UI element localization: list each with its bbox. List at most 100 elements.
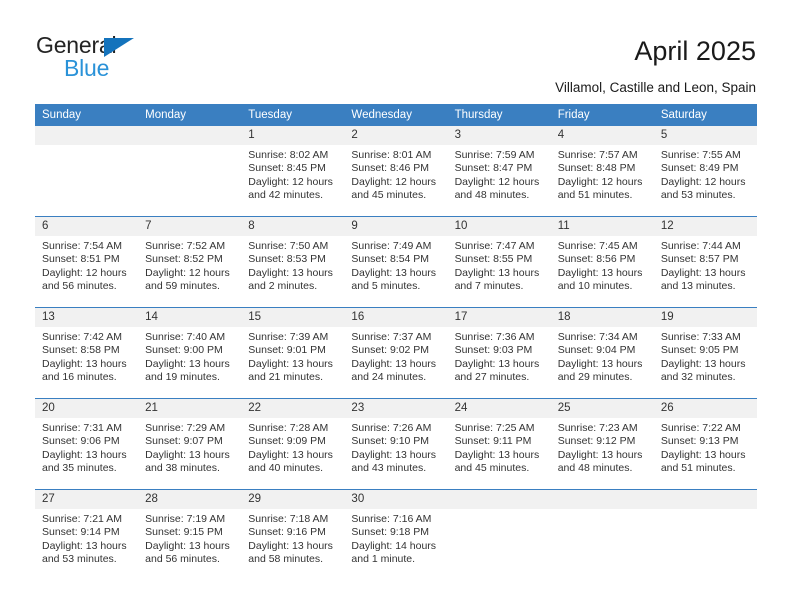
sunset-text: Sunset: 9:09 PM xyxy=(248,435,326,448)
day-sun-details: Sunrise: 7:36 AM Sunset: 9:03 PM Daylight:… xyxy=(448,327,551,385)
calendar-day-cell[interactable]: 8 Sunrise: 7:50 AM Sunset: 8:53 PM Daylight… xyxy=(241,216,345,308)
sunrise-text: Sunrise: 7:18 AM xyxy=(248,513,329,525)
sunset-text: Sunset: 9:18 PM xyxy=(351,526,430,539)
daylight-text-line1: Daylight: 13 hours xyxy=(145,539,230,552)
weekday-header-monday: Monday xyxy=(138,104,242,126)
sunset-text: Sunset: 9:00 PM xyxy=(145,344,223,357)
day-sun-details: Sunrise: 7:16 AM Sunset: 9:18 PM Daylight:… xyxy=(344,509,447,567)
calendar-day-cell[interactable]: 3 Sunrise: 7:59 AM Sunset: 8:47 PM Daylight… xyxy=(447,126,551,217)
calendar-day-cell[interactable]: 19 Sunrise: 7:33 AM Sunset: 9:05 PM Dayligh… xyxy=(653,307,757,399)
calendar-day-cell[interactable]: 27 Sunrise: 7:21 AM Sunset: 9:14 PM Dayligh… xyxy=(35,489,139,580)
daylight-text-line1: Daylight: 12 hours xyxy=(557,175,643,188)
day-number: 18 xyxy=(550,308,654,327)
calendar-week-row: 6 Sunrise: 7:54 AM Sunset: 8:51 PM Daylight… xyxy=(35,216,757,308)
calendar-day-cell[interactable]: 12 Sunrise: 7:44 AM Sunset: 8:57 PM Dayligh… xyxy=(653,216,757,308)
daylight-text-line1: Daylight: 12 hours xyxy=(145,266,230,279)
calendar-day-cell[interactable]: 15 Sunrise: 7:39 AM Sunset: 9:01 PM Dayligh… xyxy=(241,307,345,399)
calendar-day-cell[interactable]: 7 Sunrise: 7:52 AM Sunset: 8:52 PM Daylight… xyxy=(138,216,242,308)
calendar-day-cell[interactable]: 22 Sunrise: 7:28 AM Sunset: 9:09 PM Dayligh… xyxy=(241,398,345,490)
calendar-day-cell[interactable]: 28 Sunrise: 7:19 AM Sunset: 9:15 PM Dayligh… xyxy=(138,489,242,580)
day-sun-details: Sunrise: 7:44 AM Sunset: 8:57 PM Daylight:… xyxy=(654,236,757,294)
sunset-text: Sunset: 9:07 PM xyxy=(145,435,223,448)
sunset-text: Sunset: 8:58 PM xyxy=(42,344,120,357)
daylight-text-line1: Daylight: 12 hours xyxy=(351,175,437,188)
day-sun-details: Sunrise: 7:50 AM Sunset: 8:53 PM Daylight:… xyxy=(241,236,344,294)
day-number xyxy=(653,490,757,509)
sunrise-text: Sunrise: 7:21 AM xyxy=(42,513,122,525)
calendar-day-cell[interactable]: 2 Sunrise: 8:01 AM Sunset: 8:46 PM Daylight… xyxy=(344,126,448,217)
sunrise-text: Sunrise: 7:45 AM xyxy=(557,240,638,252)
day-sun-details: Sunrise: 7:18 AM Sunset: 9:16 PM Daylight:… xyxy=(241,509,344,567)
daylight-text-line2: and 13 minutes. xyxy=(660,280,736,293)
calendar-day-cell[interactable]: 14 Sunrise: 7:40 AM Sunset: 9:00 PM Dayligh… xyxy=(138,307,242,399)
daylight-text-line2: and 29 minutes. xyxy=(557,371,633,384)
daylight-text-line1: Daylight: 13 hours xyxy=(351,448,437,461)
day-number: 24 xyxy=(447,399,551,418)
calendar-day-cell[interactable]: 13 Sunrise: 7:42 AM Sunset: 8:58 PM Dayligh… xyxy=(35,307,139,399)
calendar-day-cell[interactable]: 29 Sunrise: 7:18 AM Sunset: 9:16 PM Dayligh… xyxy=(241,489,345,580)
daylight-text-line1: Daylight: 13 hours xyxy=(351,266,437,279)
day-number: 2 xyxy=(344,126,448,145)
sunset-text: Sunset: 8:47 PM xyxy=(454,162,533,175)
calendar-day-cell[interactable]: 5 Sunrise: 7:55 AM Sunset: 8:49 PM Daylight… xyxy=(653,126,757,217)
calendar-day-cell[interactable]: 26 Sunrise: 7:22 AM Sunset: 9:13 PM Dayligh… xyxy=(653,398,757,490)
sunset-text: Sunset: 8:49 PM xyxy=(660,162,739,175)
calendar-day-cell[interactable]: 20 Sunrise: 7:31 AM Sunset: 9:06 PM Dayligh… xyxy=(35,398,139,490)
day-number: 29 xyxy=(241,490,345,509)
calendar-day-cell[interactable]: 25 Sunrise: 7:23 AM Sunset: 9:12 PM Dayligh… xyxy=(550,398,654,490)
day-number: 30 xyxy=(344,490,448,509)
day-sun-details: Sunrise: 7:40 AM Sunset: 9:00 PM Daylight:… xyxy=(138,327,241,385)
sunrise-text: Sunrise: 7:47 AM xyxy=(454,240,535,252)
daylight-text-line2: and 7 minutes. xyxy=(454,280,524,293)
calendar-day-cell[interactable]: 24 Sunrise: 7:25 AM Sunset: 9:11 PM Dayligh… xyxy=(447,398,551,490)
sunrise-text: Sunrise: 7:57 AM xyxy=(557,149,638,161)
sunrise-text: Sunrise: 7:25 AM xyxy=(454,422,535,434)
calendar-day-cell[interactable]: 18 Sunrise: 7:34 AM Sunset: 9:04 PM Dayligh… xyxy=(550,307,654,399)
sunset-text: Sunset: 9:14 PM xyxy=(42,526,120,539)
sunrise-text: Sunrise: 7:59 AM xyxy=(454,149,535,161)
day-number: 17 xyxy=(447,308,551,327)
day-sun-details: Sunrise: 8:02 AM Sunset: 8:45 PM Daylight:… xyxy=(241,145,344,203)
calendar-day-cell[interactable]: 9 Sunrise: 7:49 AM Sunset: 8:54 PM Daylight… xyxy=(344,216,448,308)
day-number: 1 xyxy=(241,126,345,145)
weekday-header-saturday: Saturday xyxy=(653,104,757,126)
day-sun-details: Sunrise: 7:49 AM Sunset: 8:54 PM Daylight:… xyxy=(344,236,447,294)
daylight-text-line2: and 51 minutes. xyxy=(557,189,633,202)
sunset-text: Sunset: 9:13 PM xyxy=(660,435,739,448)
weekday-header-thursday: Thursday xyxy=(447,104,551,126)
calendar-day-cell[interactable]: 17 Sunrise: 7:36 AM Sunset: 9:03 PM Dayligh… xyxy=(447,307,551,399)
day-sun-details: Sunrise: 7:29 AM Sunset: 9:07 PM Daylight:… xyxy=(138,418,241,476)
calendar-day-cell[interactable]: 11 Sunrise: 7:45 AM Sunset: 8:56 PM Dayligh… xyxy=(550,216,654,308)
day-sun-details: Sunrise: 7:19 AM Sunset: 9:15 PM Daylight:… xyxy=(138,509,241,567)
logo-text-blue: Blue xyxy=(64,55,110,81)
calendar-day-cell[interactable]: 16 Sunrise: 7:37 AM Sunset: 9:02 PM Dayligh… xyxy=(344,307,448,399)
sunrise-text: Sunrise: 7:31 AM xyxy=(42,422,122,434)
sunrise-text: Sunrise: 7:34 AM xyxy=(557,331,638,343)
calendar-day-cell[interactable]: 21 Sunrise: 7:29 AM Sunset: 9:07 PM Dayligh… xyxy=(138,398,242,490)
day-sun-details: Sunrise: 7:33 AM Sunset: 9:05 PM Daylight:… xyxy=(654,327,757,385)
sunrise-text: Sunrise: 7:29 AM xyxy=(145,422,226,434)
daylight-text-line2: and 32 minutes. xyxy=(660,371,736,384)
daylight-text-line1: Daylight: 13 hours xyxy=(557,448,643,461)
sunrise-text: Sunrise: 7:36 AM xyxy=(454,331,535,343)
daylight-text-line1: Daylight: 13 hours xyxy=(42,448,127,461)
sunrise-text: Sunrise: 7:23 AM xyxy=(557,422,638,434)
calendar-day-cell[interactable]: 1 Sunrise: 8:02 AM Sunset: 8:45 PM Daylight… xyxy=(241,126,345,217)
day-sun-details: Sunrise: 7:37 AM Sunset: 9:02 PM Daylight:… xyxy=(344,327,447,385)
calendar-day-cell[interactable]: 23 Sunrise: 7:26 AM Sunset: 9:10 PM Dayligh… xyxy=(344,398,448,490)
sunrise-text: Sunrise: 7:39 AM xyxy=(248,331,329,343)
calendar-day-cell[interactable]: 4 Sunrise: 7:57 AM Sunset: 8:48 PM Daylight… xyxy=(550,126,654,217)
daylight-text-line1: Daylight: 13 hours xyxy=(557,357,643,370)
calendar-day-cell[interactable]: 10 Sunrise: 7:47 AM Sunset: 8:55 PM Dayligh… xyxy=(447,216,551,308)
sunset-text: Sunset: 8:46 PM xyxy=(351,162,430,175)
sunrise-text: Sunrise: 7:26 AM xyxy=(351,422,432,434)
daylight-text-line1: Daylight: 12 hours xyxy=(248,175,333,188)
calendar-grid: Sunday Monday Tuesday Wednesday Thursday Frid… xyxy=(35,104,757,580)
calendar-day-cell[interactable]: 6 Sunrise: 7:54 AM Sunset: 8:51 PM Daylight… xyxy=(35,216,139,308)
sunset-text: Sunset: 8:54 PM xyxy=(351,253,430,266)
calendar-day-cell[interactable]: 30 Sunrise: 7:16 AM Sunset: 9:18 PM Dayligh… xyxy=(344,489,448,580)
day-number: 27 xyxy=(35,490,139,509)
daylight-text-line1: Daylight: 12 hours xyxy=(42,266,127,279)
daylight-text-line1: Daylight: 13 hours xyxy=(42,357,127,370)
day-number xyxy=(550,490,654,509)
